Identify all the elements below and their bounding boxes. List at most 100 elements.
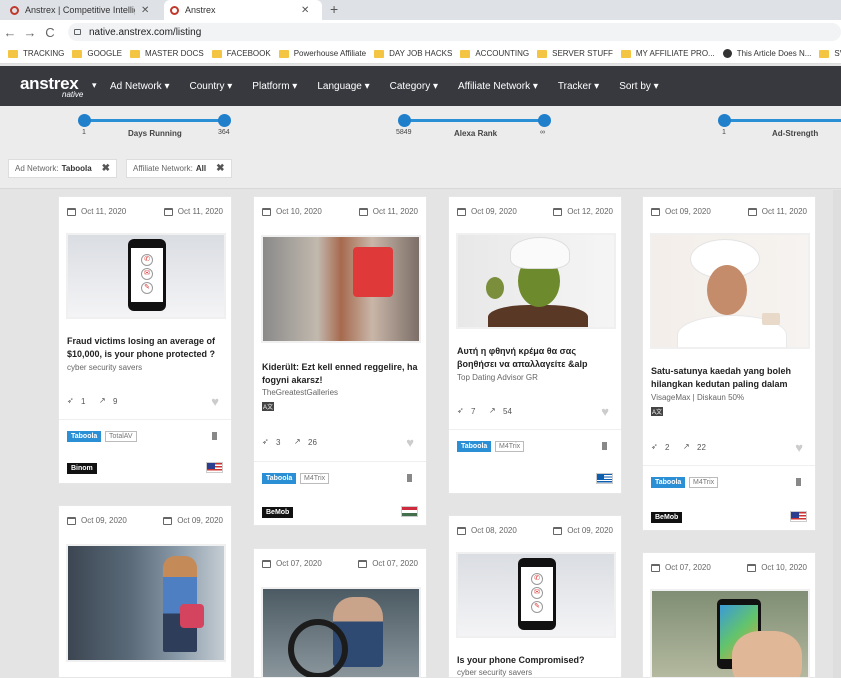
calendar-icon — [262, 559, 271, 568]
menu-affiliate-network[interactable]: Affiliate Network ▾ — [458, 81, 538, 92]
favorite-heart-icon[interactable]: ♥ — [211, 394, 219, 409]
trash-icon[interactable] — [602, 442, 607, 450]
menu-language[interactable]: Language ▾ — [317, 81, 369, 92]
forward-button[interactable]: → — [20, 25, 40, 40]
menu-sort-by[interactable]: Sort by ▾ — [619, 81, 658, 92]
bookmark-server-stuff[interactable]: SERVER STUFF — [537, 49, 613, 58]
bookmark-sv[interactable]: SV — [819, 49, 841, 58]
ad-title[interactable]: Satu-satunya kaedah yang boleh hilangkan… — [651, 365, 807, 391]
ad-thumbnail[interactable] — [650, 589, 810, 678]
days-running-stat: ➶ 2 — [651, 442, 670, 452]
favorite-heart-icon[interactable]: ♥ — [406, 435, 414, 450]
range-filters: 1 Days Running 364 5849 Alexa Rank ∞ 1 A… — [0, 106, 841, 151]
ad-card[interactable]: Oct 07, 2020 Oct 10, 2020 — [642, 552, 816, 678]
calendar-icon — [67, 516, 76, 525]
menu-country[interactable]: Country ▾ — [189, 81, 232, 92]
ad-source: TheGreatestGalleries — [262, 388, 339, 397]
remove-filter-icon[interactable]: ✖ — [216, 163, 224, 174]
bookmark-google[interactable]: GOOGLE — [72, 49, 122, 58]
reload-button[interactable]: C — [40, 25, 60, 40]
ad-thumbnail[interactable] — [650, 233, 810, 349]
days-running-stat: ➶ 1 — [67, 396, 86, 406]
bookmark-tracking[interactable]: TRACKING — [8, 49, 64, 58]
days-running-slider[interactable]: 1 Days Running 364 — [78, 106, 238, 151]
ad-card[interactable]: Oct 09, 2020 Oct 12, 2020 Αυτή η φθηνή κ… — [448, 196, 622, 494]
url-field[interactable]: native.anstrex.com/listing — [68, 23, 841, 41]
first-seen-date: Oct 09, 2020 — [651, 207, 711, 216]
menu-tracker[interactable]: Tracker ▾ — [558, 81, 599, 92]
slider-handle-min[interactable] — [398, 114, 411, 127]
slider-handle-max[interactable] — [218, 114, 231, 127]
last-seen-date: Oct 09, 2020 — [163, 516, 223, 525]
browser-tab-competitive[interactable]: Anstrex | Competitive Intelligence ✕ — [4, 0, 162, 20]
first-seen-date: Oct 07, 2020 — [651, 563, 711, 572]
ad-title[interactable]: Kiderült: Ezt kell enned reggelire, ha f… — [262, 361, 418, 387]
remove-filter-icon[interactable]: ✖ — [102, 163, 110, 174]
ad-thumbnail[interactable] — [456, 233, 616, 329]
slider-handle-min[interactable] — [718, 114, 731, 127]
trash-icon[interactable] — [796, 478, 801, 486]
trash-icon[interactable] — [212, 432, 217, 440]
ad-thumbnail[interactable] — [261, 235, 421, 343]
folder-icon — [620, 49, 631, 58]
ad-card[interactable]: Oct 10, 2020 Oct 11, 2020 Kiderült: Ezt … — [253, 196, 427, 526]
alexa-rank-slider[interactable]: 5849 Alexa Rank ∞ — [396, 106, 558, 151]
ad-title[interactable]: Fraud victims losing an average of $10,0… — [67, 335, 223, 361]
affiliate-network-tag: TotalAV — [105, 431, 137, 442]
ad-title[interactable]: Is your phone Compromised? — [457, 654, 613, 667]
ad-card[interactable]: Oct 11, 2020 Oct 11, 2020 ✆ ✉ ✎ Fraud vict… — [58, 196, 232, 484]
ad-thumbnail[interactable]: ✆ ✉ ✎ — [456, 552, 616, 638]
bookmark-accounting[interactable]: ACCOUNTING — [460, 49, 529, 58]
tracker-badge: BeMob — [651, 512, 683, 523]
ad-thumbnail[interactable] — [261, 587, 421, 678]
calendar-icon — [457, 207, 466, 216]
scrollbar[interactable] — [833, 190, 841, 678]
bookmark-master-docs[interactable]: MASTER DOCS — [130, 49, 204, 58]
bookmark-article[interactable]: This Article Does N... — [722, 49, 811, 58]
slider-handle-max[interactable] — [538, 114, 551, 127]
bookmark-powerhouse[interactable]: Powerhouse Affiliate — [278, 49, 366, 58]
favorite-heart-icon[interactable]: ♥ — [601, 404, 609, 419]
anstrex-logo[interactable]: anstrex native ▾ — [0, 66, 110, 106]
trend-icon: ↗ — [99, 396, 106, 405]
trash-icon[interactable] — [407, 474, 412, 482]
app-header: anstrex native ▾ Ad Network ▾ Country ▾ … — [0, 66, 841, 106]
days-running-stat: ➶ 3 — [262, 437, 281, 447]
close-tab-icon[interactable]: ✕ — [301, 5, 309, 16]
first-seen-date: Oct 11, 2020 — [67, 207, 126, 216]
translate-icon[interactable]: A文 — [262, 402, 275, 411]
new-tab-button[interactable]: + — [330, 1, 338, 17]
calendar-icon — [651, 207, 660, 216]
ad-card[interactable]: Oct 08, 2020 Oct 09, 2020 ✆ ✉ ✎ Is your ph… — [448, 515, 622, 678]
calendar-icon — [747, 207, 757, 216]
browser-tab-anstrex[interactable]: Anstrex ✕ — [164, 0, 322, 20]
close-tab-icon[interactable]: ✕ — [141, 5, 149, 16]
back-button[interactable]: ← — [0, 25, 20, 40]
ad-card[interactable]: Oct 09, 2020 Oct 09, 2020 — [58, 505, 232, 678]
translate-icon[interactable]: A文 — [651, 407, 664, 416]
bookmark-my-affiliate[interactable]: MY AFFILIATE PRO... — [620, 49, 715, 58]
ad-title[interactable]: Αυτή η φθηνή κρέμα θα σας βοηθήσει να απ… — [457, 345, 613, 371]
slider-handle-min[interactable] — [78, 114, 91, 127]
menu-ad-network[interactable]: Ad Network ▾ — [110, 81, 169, 92]
first-seen-date: Oct 09, 2020 — [457, 207, 517, 216]
filter-chip-affiliate-network: Affiliate Network: All ✖ — [126, 159, 232, 178]
ad-source: Top Dating Advisor GR — [457, 373, 538, 382]
us-flag-icon — [790, 511, 807, 522]
bookmark-day-job-hacks[interactable]: DAY JOB HACKS — [374, 49, 452, 58]
last-seen-date: Oct 10, 2020 — [747, 563, 807, 572]
menu-platform[interactable]: Platform ▾ — [252, 81, 297, 92]
favorite-heart-icon[interactable]: ♥ — [795, 440, 803, 455]
menu-category[interactable]: Category ▾ — [390, 81, 438, 92]
affiliate-network-tag: M4Trix — [495, 441, 525, 452]
ad-card[interactable]: Oct 09, 2020 Oct 11, 2020 Satu-satunya k… — [642, 196, 816, 531]
ad-strength-slider[interactable]: 1 Ad-Strength — [718, 106, 841, 151]
ad-card[interactable]: Oct 07, 2020 Oct 07, 2020 — [253, 548, 427, 678]
calendar-icon — [651, 563, 660, 572]
bookmark-facebook[interactable]: FACEBOOK — [211, 49, 271, 58]
calendar-icon — [358, 207, 368, 216]
ad-thumbnail[interactable] — [66, 544, 226, 662]
ad-thumbnail[interactable]: ✆ ✉ ✎ — [66, 233, 226, 319]
affiliate-network-tag: M4Trix — [689, 477, 719, 488]
first-seen-date: Oct 07, 2020 — [262, 559, 322, 568]
